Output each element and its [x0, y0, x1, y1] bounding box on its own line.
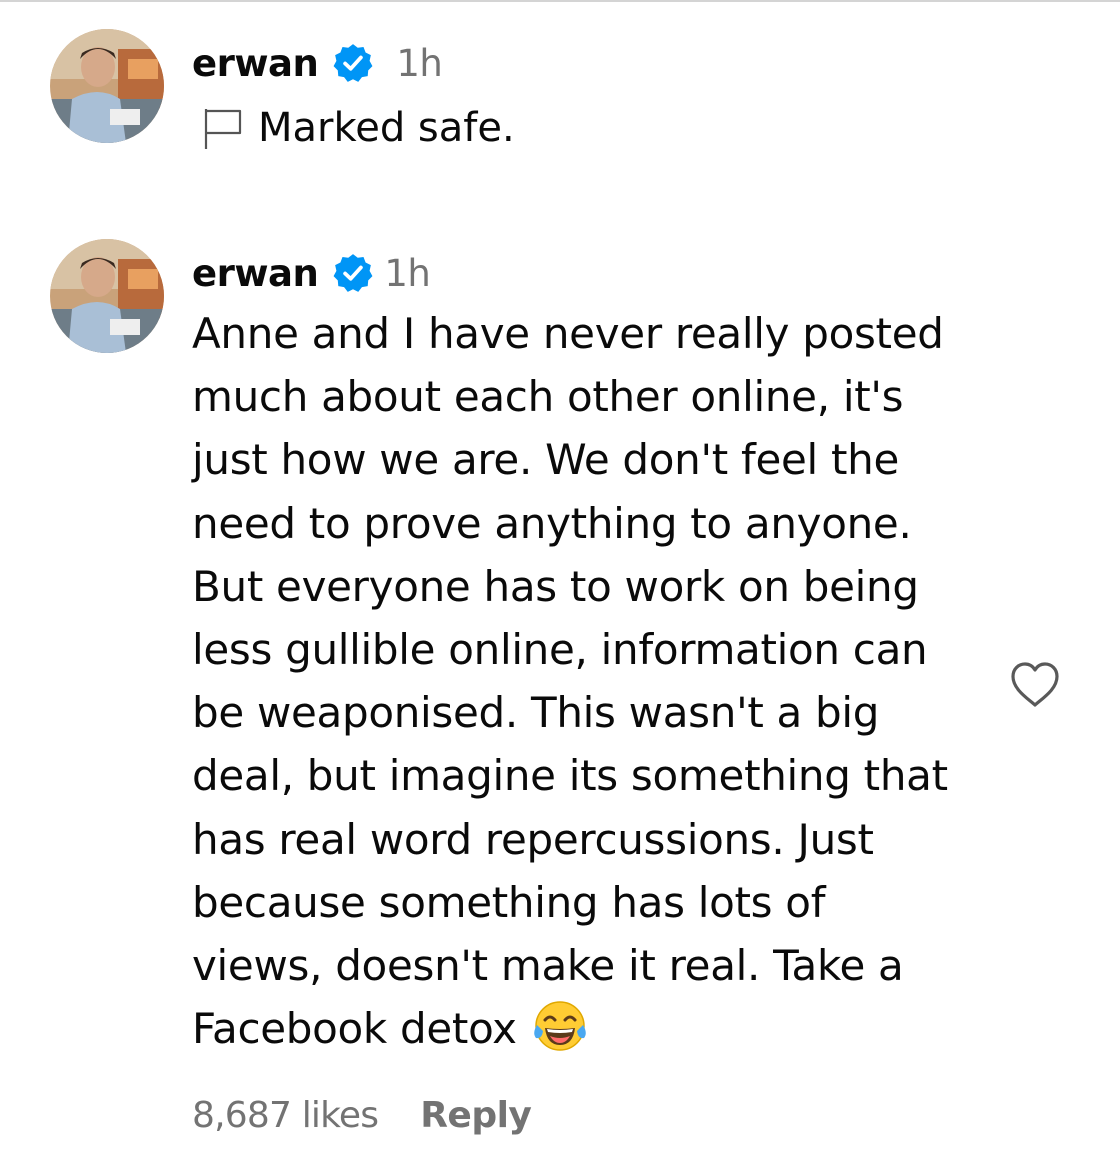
comment-line: Anne and I have never really posted [192, 309, 944, 358]
comment-header: erwan 1h [192, 38, 443, 88]
comment-line: has real word repercussions. Just [192, 814, 874, 864]
avatar[interactable] [50, 29, 164, 143]
comment-line: be weaponised. This wasn't a big [192, 688, 880, 738]
avatar[interactable] [50, 239, 164, 353]
timestamp: 1h [396, 41, 443, 85]
comment-text: Anne and I have never really posted much… [192, 302, 1002, 1060]
comment-line: deal, but imagine its something that [192, 751, 948, 801]
comment-line: Facebook detox [192, 1004, 517, 1054]
verified-badge-icon [332, 252, 374, 294]
likes-count[interactable]: 8,687 likes [192, 1095, 379, 1136]
reply-button[interactable]: Reply [420, 1095, 532, 1136]
comment-line: need to prove anything to anyone. [192, 498, 912, 548]
face-with-tears-of-joy-icon [533, 999, 587, 1053]
comment-last-line: Facebook detox [192, 997, 1002, 1060]
timestamp: 1h [384, 251, 431, 295]
marked-safe-row: Marked safe. [200, 103, 515, 153]
comment-line: because something has lots of [192, 877, 826, 927]
comment-line: just how we are. We don't feel the [192, 435, 899, 485]
top-divider [0, 0, 1120, 2]
heart-outline-icon[interactable] [1007, 657, 1063, 713]
comment-line: much about each other online, it's [192, 372, 904, 422]
comment-text: Marked safe. [258, 105, 515, 151]
comment-line: But everyone has to work on being [192, 561, 919, 611]
comment-line: less gullible online, information can [192, 624, 928, 674]
comment-line: views, doesn't make it real. Take a [192, 940, 904, 990]
username[interactable]: erwan [192, 42, 319, 85]
comment-header: erwan 1h [192, 248, 431, 298]
flag-icon [200, 105, 246, 151]
username[interactable]: erwan [192, 252, 319, 295]
verified-badge-icon [332, 42, 374, 84]
comment-footer: 8,687 likes Reply [192, 1088, 532, 1142]
